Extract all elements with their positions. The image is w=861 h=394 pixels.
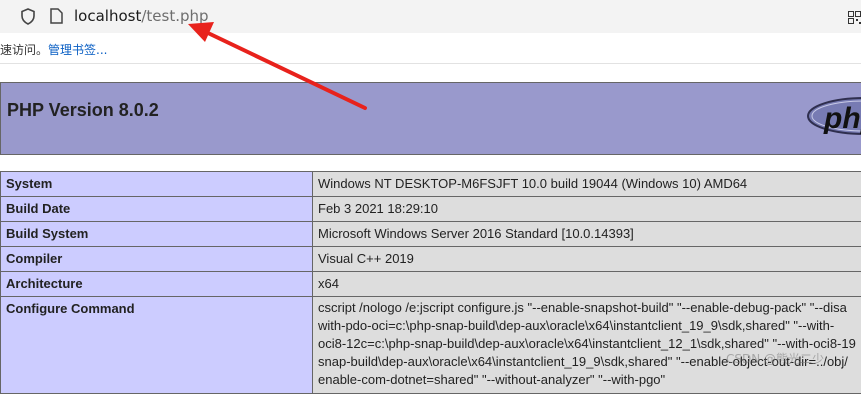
row-value: Microsoft Windows Server 2016 Standard [… <box>313 222 861 247</box>
favorites-text: 速访问。 <box>0 43 48 57</box>
shield-icon[interactable] <box>20 8 36 29</box>
page-icon <box>50 8 63 28</box>
configure-line: with-pdo-oci=c:\php-snap-build\dep-aux\o… <box>318 317 861 335</box>
row-value: x64 <box>313 272 861 297</box>
table-row: Build System Microsoft Windows Server 20… <box>1 222 861 247</box>
row-key: Build Date <box>1 197 313 222</box>
configure-line: cscript /nologo /e:jscript configure.js … <box>318 299 861 317</box>
address-bar[interactable]: localhost/test.php <box>0 0 861 33</box>
configure-line: enable-com-dotnet=shared" "--without-ana… <box>318 371 861 389</box>
table-row: Configure Command cscript /nologo /e:jsc… <box>1 297 861 394</box>
page-content: PHP Version 8.0.2 php System Windows NT … <box>0 64 861 378</box>
phpinfo-header: PHP Version 8.0.2 php <box>0 82 861 155</box>
row-key: Architecture <box>1 272 313 297</box>
url-path: /test.php <box>141 7 208 25</box>
row-key: Build System <box>1 222 313 247</box>
row-value: Feb 3 2021 18:29:10 <box>313 197 861 222</box>
row-key: System <box>1 172 313 197</box>
row-value: Windows NT DESKTOP-M6FSJFT 10.0 build 19… <box>313 172 861 197</box>
table-row: Compiler Visual C++ 2019 <box>1 247 861 272</box>
table-row: Build Date Feb 3 2021 18:29:10 <box>1 197 861 222</box>
favorites-bar: 速访问。管理书签... <box>0 33 861 64</box>
watermark: CSDN @熊光二少 <box>726 350 824 367</box>
php-logo-icon: php <box>804 95 861 137</box>
favorites-hint: 速访问。管理书签... <box>0 41 107 58</box>
php-logo-text: php <box>823 102 861 135</box>
table-row: System Windows NT DESKTOP-M6FSJFT 10.0 b… <box>1 172 861 197</box>
table-row: Architecture x64 <box>1 272 861 297</box>
manage-favorites-link[interactable]: 管理书签... <box>48 43 107 57</box>
page-title: PHP Version 8.0.2 <box>7 100 159 121</box>
url-text[interactable]: localhost/test.php <box>74 7 209 25</box>
row-value: Visual C++ 2019 <box>313 247 861 272</box>
row-key: Configure Command <box>1 297 313 394</box>
qr-code-icon[interactable] <box>848 9 861 28</box>
url-host: localhost <box>74 7 141 25</box>
row-key: Compiler <box>1 247 313 272</box>
configure-command-value: cscript /nologo /e:jscript configure.js … <box>313 297 861 394</box>
